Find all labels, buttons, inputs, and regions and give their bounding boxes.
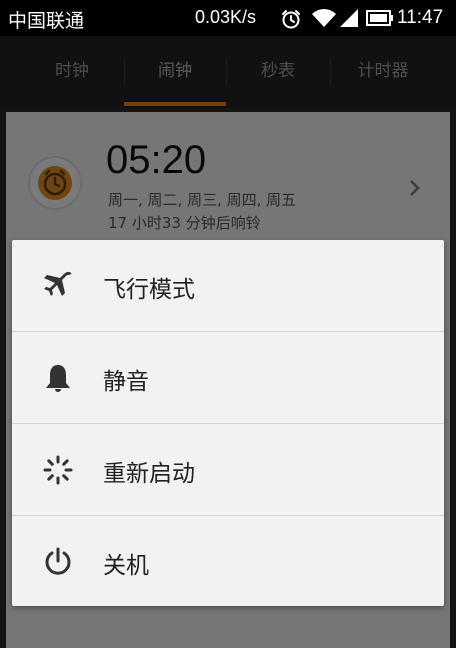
carrier-name: 中国联通 [8, 10, 85, 32]
menu-item-label: 重新启动 [103, 461, 195, 487]
battery-icon [366, 10, 393, 26]
power-icon [45, 547, 71, 575]
menu-item-restart[interactable]: 重新启动 [12, 424, 444, 515]
wifi-icon [312, 9, 336, 27]
airplane-icon [44, 271, 72, 296]
menu-item-power-off[interactable]: 关机 [12, 516, 444, 607]
menu-item-airplane-mode[interactable]: 飞行模式 [12, 240, 444, 331]
network-speed: 0.03K/s [195, 7, 257, 27]
menu-item-silent[interactable]: 静音 [12, 332, 444, 423]
bell-icon [46, 365, 70, 392]
restart-spinner-icon [43, 455, 73, 485]
status-time: 11:47 [397, 7, 444, 28]
status-bar: 中国联通 0.03K/s 11:47 [0, 0, 456, 36]
menu-item-label: 静音 [103, 369, 149, 395]
menu-item-label: 关机 [103, 553, 149, 579]
alarm-clock-icon [282, 10, 300, 29]
signal-icon [340, 9, 358, 27]
menu-item-label: 飞行模式 [103, 277, 195, 303]
power-menu-dialog: 飞行模式 静音 重新启动 关机 [12, 240, 444, 606]
